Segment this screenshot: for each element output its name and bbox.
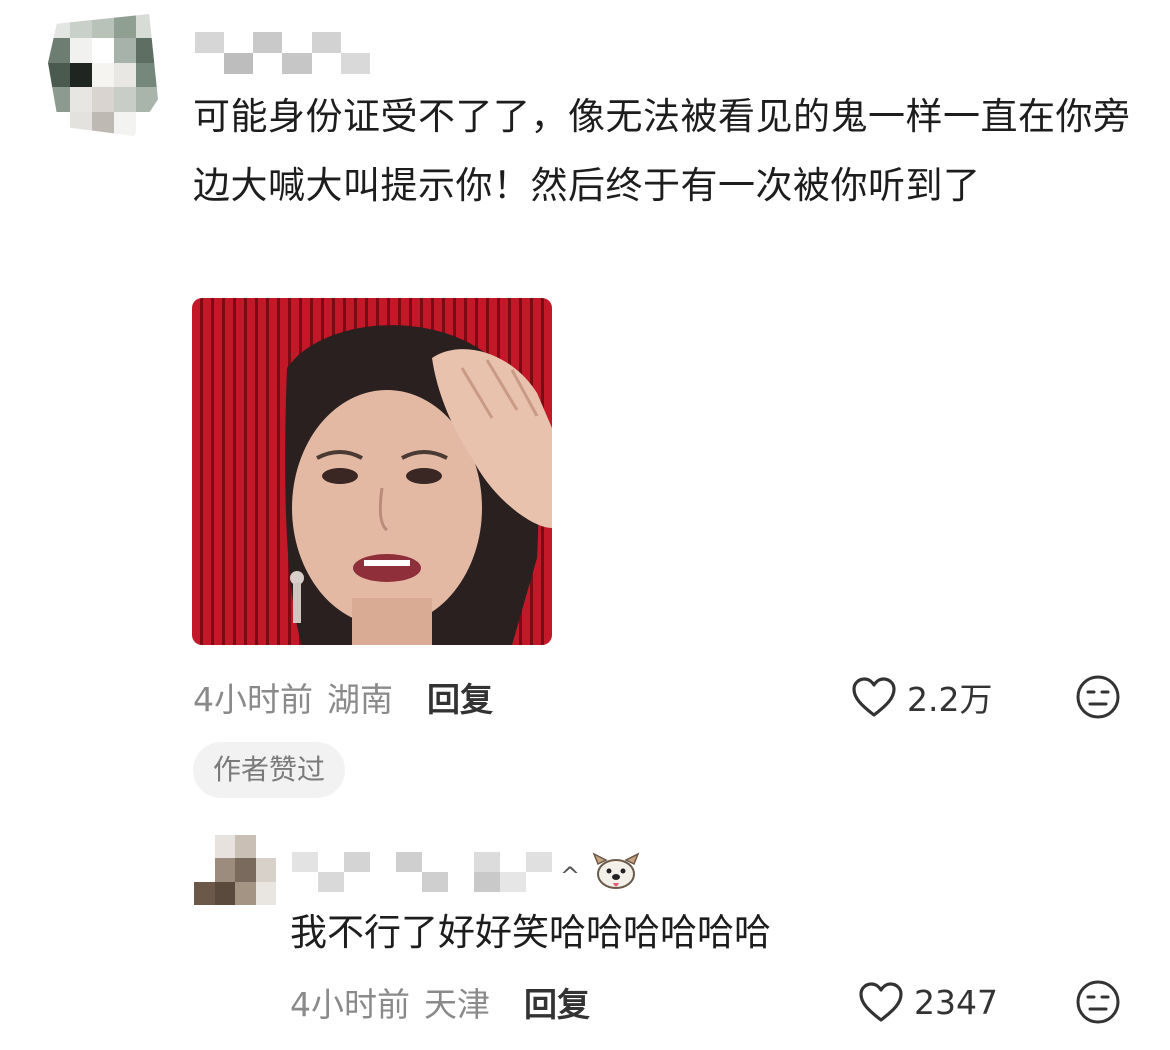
comment-avatar[interactable] <box>48 14 158 136</box>
reply-like-button[interactable]: 2347 <box>858 979 998 1025</box>
reply-like-count: 2347 <box>914 982 998 1022</box>
comment-username[interactable] <box>195 32 370 74</box>
heart-outline-icon <box>859 982 903 1022</box>
comment-time: 4小时前 <box>193 680 313 719</box>
comment-like-button[interactable]: 2.2万 <box>851 674 992 720</box>
comment-reply-button[interactable]: 回复 <box>427 673 493 721</box>
reply-reply-button[interactable]: 回复 <box>524 978 590 1026</box>
meme-photo-illustration <box>285 325 552 645</box>
reply-meta: 4小时前 天津 回复 <box>290 979 590 1025</box>
unamused-face-icon[interactable] <box>1075 979 1121 1025</box>
meme-photo[interactable] <box>192 298 552 645</box>
reply-time: 4小时前 <box>290 985 410 1024</box>
comment-page: 可能身份证受不了了，像无法被看见的鬼一样一直在你旁边大喊大叫提示你！然后终于有一… <box>0 0 1170 1050</box>
dog-face-icon <box>592 852 640 889</box>
unamused-face-icon[interactable] <box>1075 674 1121 720</box>
heart-outline-icon <box>852 677 896 717</box>
comment-location: 湖南 <box>327 680 393 719</box>
comment-like-count: 2.2万 <box>907 680 993 719</box>
comment-text: 可能身份证受不了了，像无法被看见的鬼一样一直在你旁边大喊大叫提示你！然后终于有一… <box>193 95 1131 207</box>
author-liked-badge: 作者赞过 <box>193 742 346 798</box>
reply-avatar[interactable] <box>194 835 276 905</box>
reply-text: 我不行了好好笑哈哈哈哈哈哈 <box>290 911 771 954</box>
reply-caret: ^ <box>560 862 581 890</box>
comment-meta: 4小时前 湖南 回复 <box>193 674 493 720</box>
reply-location: 天津 <box>424 985 490 1024</box>
reply-username[interactable] <box>292 852 552 892</box>
